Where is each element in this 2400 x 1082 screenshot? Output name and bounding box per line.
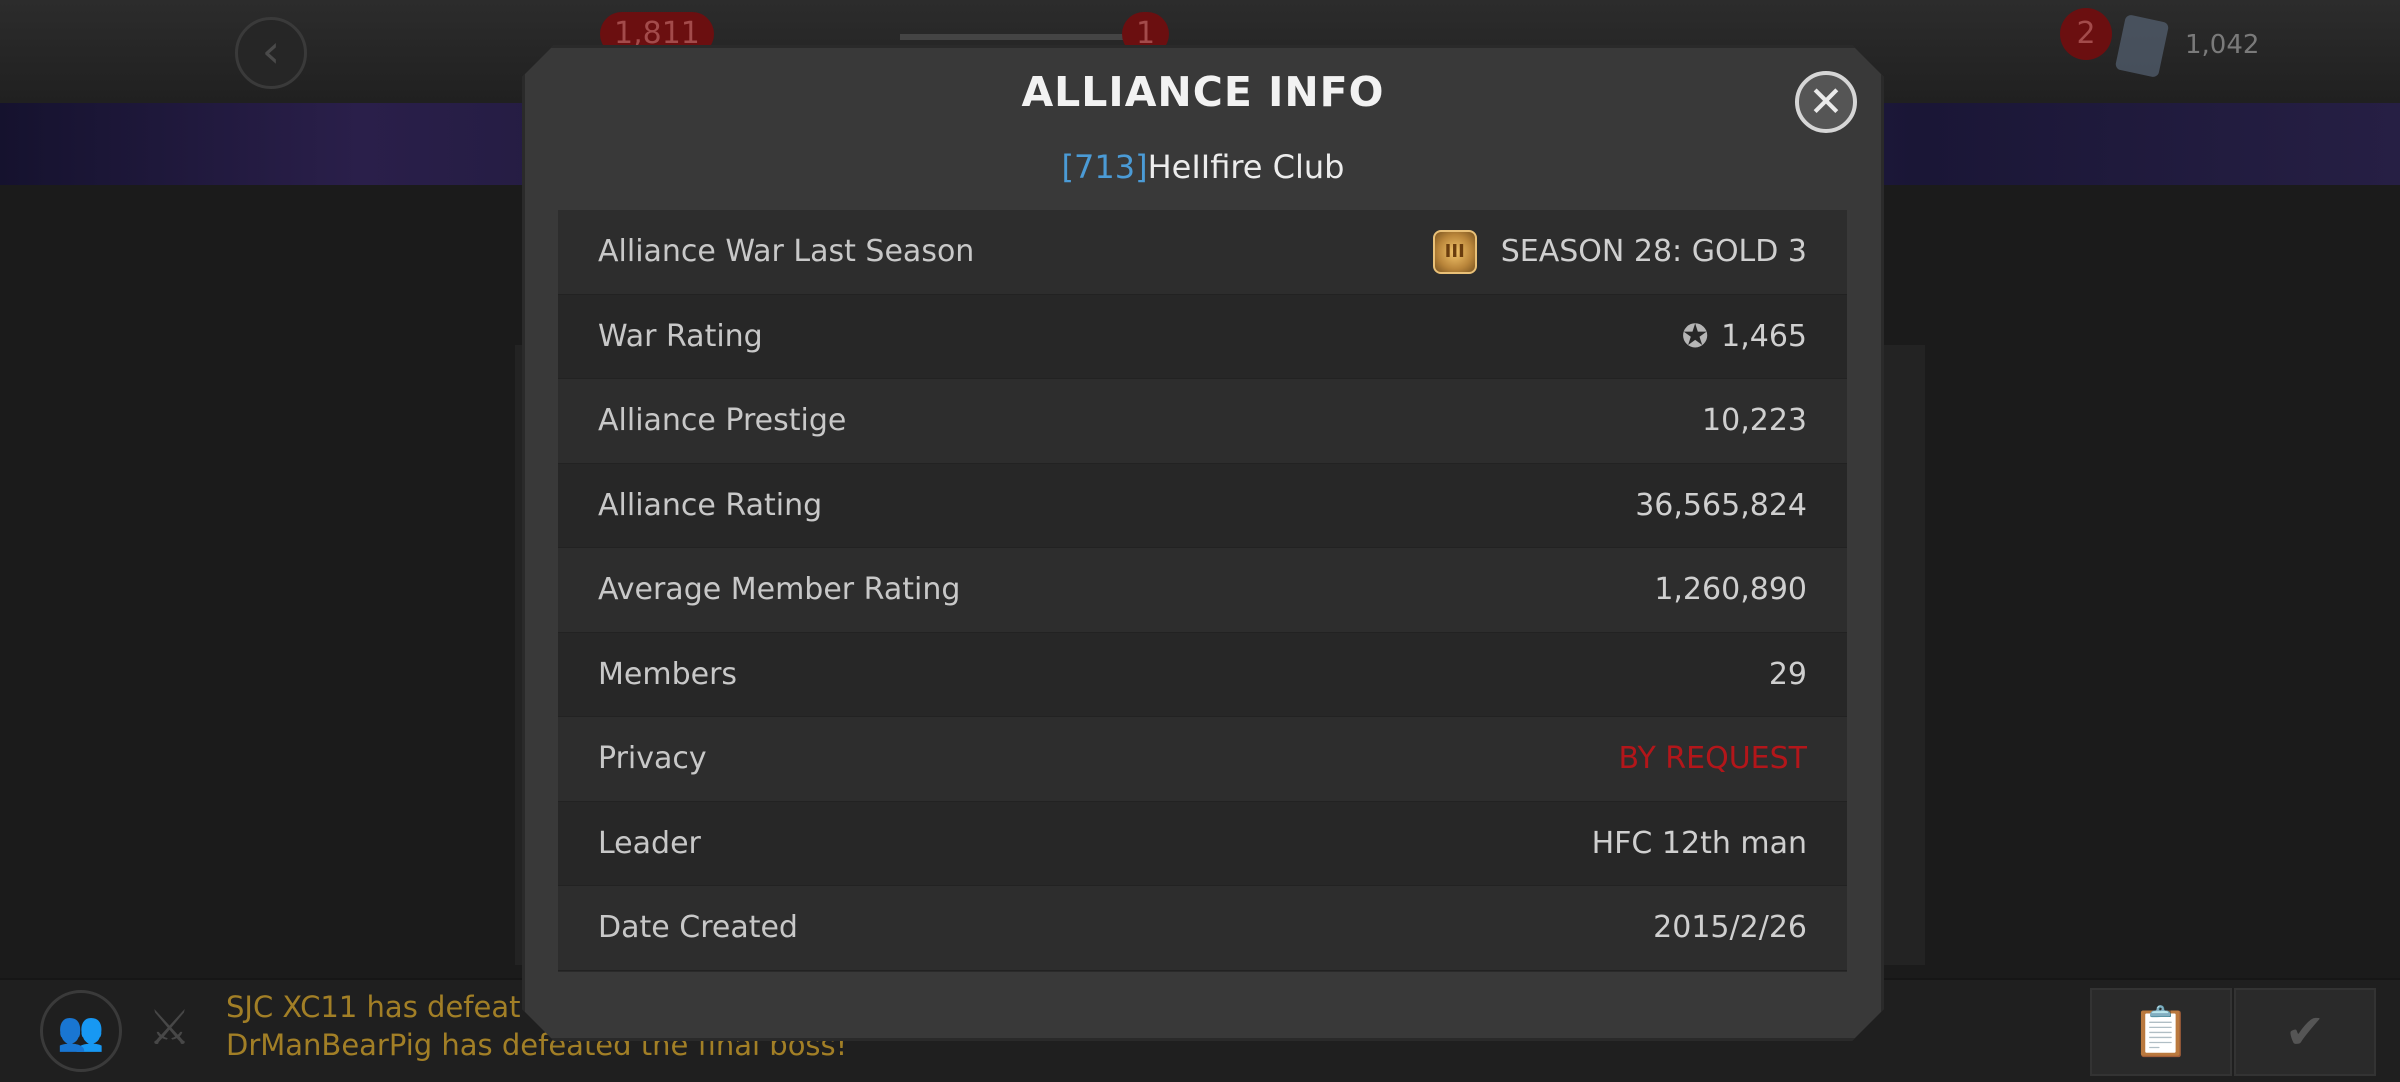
clipboard-button[interactable]: 📋 (2090, 988, 2232, 1076)
row-label: Alliance War Last Season (598, 234, 975, 270)
checkmark-button[interactable]: ✔ (2234, 988, 2376, 1076)
row-war-rating: War Rating ✪ 1,465 (558, 295, 1847, 380)
back-button[interactable]: ‹ (235, 17, 307, 89)
row-label: Date Created (598, 910, 798, 946)
close-icon: ✕ (1808, 77, 1844, 126)
war-rating-value: 1,465 (1721, 318, 1807, 354)
row-alliance-rating: Alliance Rating 36,565,824 (558, 464, 1847, 549)
gold-tier-icon: III (1433, 230, 1477, 274)
row-alliance-prestige: Alliance Prestige 10,223 (558, 379, 1847, 464)
row-label: Alliance Prestige (598, 403, 847, 439)
season-value: SEASON 28: GOLD 3 (1500, 234, 1807, 270)
row-label: Members (598, 656, 738, 692)
row-average-member-rating: Average Member Rating 1,260,890 (558, 548, 1847, 633)
row-privacy: Privacy BY REQUEST (558, 717, 1847, 802)
row-label: Leader (598, 825, 701, 861)
feed-icon: ⚔ (148, 1000, 192, 1056)
row-value: 10,223 (1702, 403, 1807, 439)
row-label: Privacy (598, 741, 707, 777)
row-label: Alliance Rating (598, 487, 823, 523)
row-label: War Rating (598, 318, 763, 354)
row-alliance-war-last-season: Alliance War Last Season III SEASON 28: … (558, 210, 1847, 295)
row-value: BY REQUEST (1618, 741, 1807, 777)
close-button[interactable]: ✕ (1795, 71, 1857, 133)
row-value: III SEASON 28: GOLD 3 (1433, 230, 1807, 274)
row-leader: Leader HFC 12th man (558, 802, 1847, 887)
row-value: 2015/2/26 (1653, 910, 1807, 946)
chevron-left-icon: ‹ (261, 24, 281, 78)
info-table: Alliance War Last Season III SEASON 28: … (558, 210, 1847, 972)
checkmark-icon: ✔ (2284, 1004, 2326, 1060)
alliance-name-line: [713]HeIIfire Club (525, 148, 1881, 186)
row-value: 36,565,824 (1635, 487, 1807, 523)
modal-title: ALLIANCE INFO (1021, 68, 1385, 116)
alliance-info-modal: ALLIANCE INFO [713]HeIIfire Club ✕ Allia… (522, 45, 1884, 1041)
alliance-name: HeIIfire Club (1147, 148, 1345, 186)
row-value: 1,260,890 (1654, 572, 1807, 608)
row-value: 29 (1768, 656, 1807, 692)
row-date-created: Date Created 2015/2/26 (558, 886, 1847, 971)
clipboard-icon: 📋 (2131, 1004, 2191, 1060)
alliance-icon[interactable]: 👥 (40, 990, 122, 1072)
row-label: Average Member Rating (598, 572, 961, 608)
row-value[interactable]: HFC 12th man (1592, 826, 1807, 861)
progress-slider (900, 34, 1130, 40)
war-rating-icon: ✪ (1681, 317, 1709, 356)
feed-line: SJC XC11 has defeat (226, 990, 521, 1024)
row-value: ✪ 1,465 (1675, 318, 1807, 354)
notification-badge: 2 (2060, 8, 2112, 60)
row-members: Members 29 (558, 633, 1847, 718)
alliance-tag: [713] (1061, 148, 1148, 186)
cards-count: 1,042 (2185, 30, 2260, 60)
